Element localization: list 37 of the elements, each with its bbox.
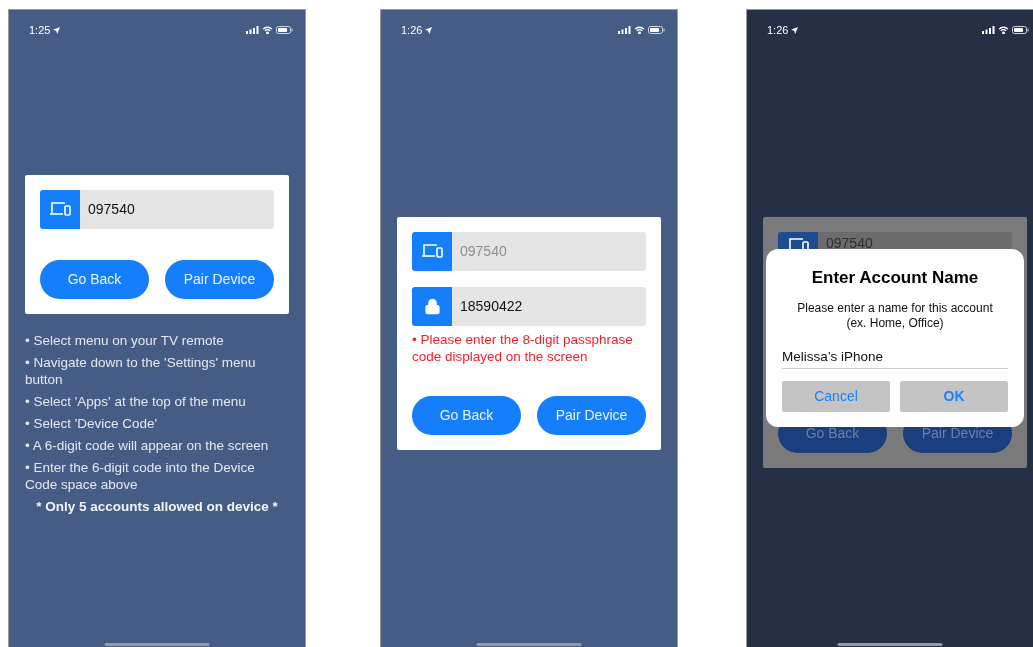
dialog-button[interactable]: Cancel <box>782 380 890 412</box>
dialog-message: Please enter a name for this account (ex. Home, Office) <box>796 300 994 331</box>
instruction-text: • Select 'Apps' at the top of the menu <box>25 392 247 410</box>
clock-time: 1:26 <box>767 23 789 38</box>
dialog-title: Enter Account Name <box>811 267 979 289</box>
wifi-icon <box>998 26 1009 35</box>
input-field[interactable]: 18590422 <box>452 286 646 326</box>
dialog-button[interactable]: OK <box>900 380 1008 412</box>
instruction-text: • Enter the 6-digit code into the Device Code space above <box>25 458 256 493</box>
instruction-text: • Select 'Device Code' <box>25 414 159 432</box>
battery-icon <box>276 26 293 35</box>
clock-time: 1:25 <box>29 23 51 38</box>
signal-icon <box>982 26 995 35</box>
battery-icon <box>648 26 665 35</box>
error-message: • Please enter the 8-digit passphrase code displayed on the screen <box>412 330 634 365</box>
pill-button[interactable]: Go Back <box>40 259 149 299</box>
note-text: * Only 5 accounts allowed on device * <box>35 497 279 515</box>
location-arrow-icon <box>425 26 433 34</box>
input-field[interactable]: 097540 <box>80 189 274 229</box>
location-arrow-icon <box>791 26 799 34</box>
instruction-text: • Select menu on your TV remote <box>25 331 225 349</box>
clock-time: 1:26 <box>401 23 423 38</box>
pill-button[interactable]: Pair Device <box>537 395 646 435</box>
wifi-icon <box>634 26 645 35</box>
devices-icon <box>421 243 443 259</box>
location-arrow-icon <box>53 26 61 34</box>
pill-button[interactable]: Go Back <box>412 395 521 435</box>
instruction-text: • A 6-digit code will appear on the screen <box>25 436 270 454</box>
devices-icon <box>49 201 71 217</box>
name-field[interactable]: Melissa’s iPhone <box>782 346 1008 369</box>
signal-icon <box>246 26 259 35</box>
instruction-text: • Navigate down to the 'Settings' menu button <box>25 353 257 388</box>
battery-icon <box>1012 26 1029 35</box>
lock-icon <box>423 296 441 316</box>
wifi-icon <box>262 26 273 35</box>
pill-button[interactable]: Pair Device <box>165 259 274 299</box>
signal-icon <box>618 26 631 35</box>
